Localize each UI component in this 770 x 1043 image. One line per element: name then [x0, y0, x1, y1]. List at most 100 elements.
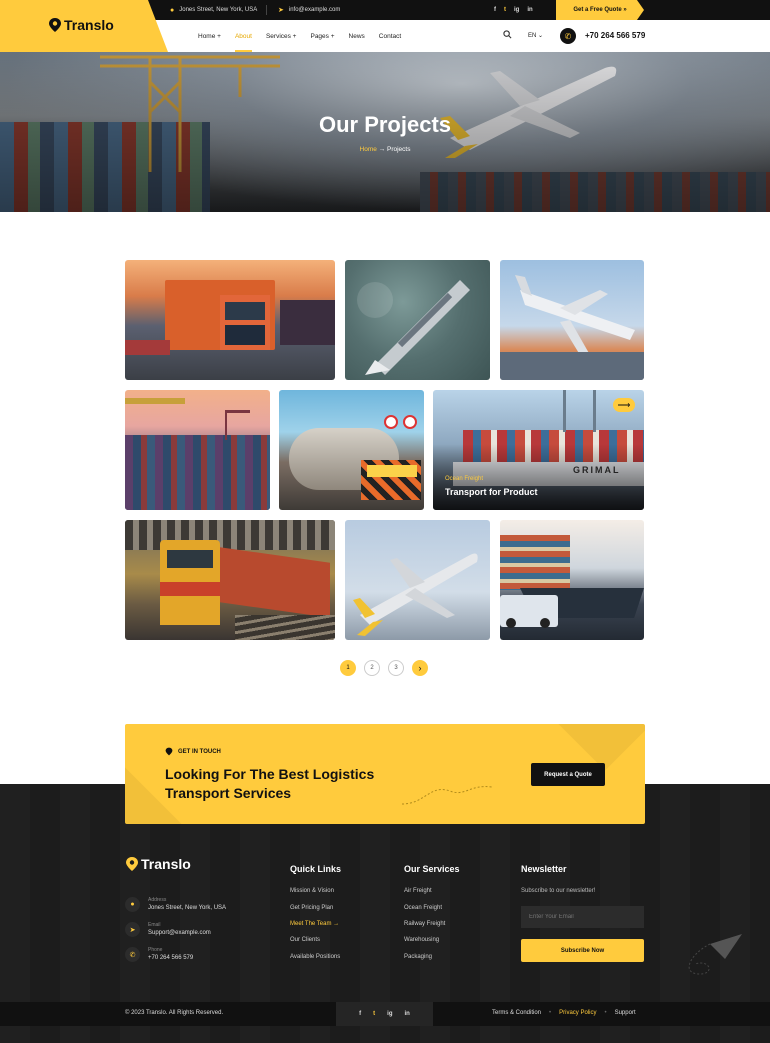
breadcrumb: Home → Projects	[0, 146, 770, 153]
facebook-icon[interactable]: f	[359, 1011, 361, 1017]
breadcrumb-current: Projects	[386, 146, 411, 153]
page: ● Jones Street, New York, USA ➤ info@exa…	[0, 0, 770, 1043]
footer-logo-text: Translo	[141, 856, 191, 872]
nav-services[interactable]: Services +	[266, 33, 297, 40]
footer-contact-address: ● Address Jones Street, New York, USA	[125, 897, 226, 912]
topbar-divider	[266, 5, 267, 15]
footer-contact-email: ➤ Email Support@example.com	[125, 922, 211, 937]
project-ship-and-truck[interactable]	[500, 520, 644, 640]
topbar-address-text: Jones Street, New York, USA	[179, 7, 258, 13]
page-title: Our Projects	[318, 112, 452, 137]
service-link[interactable]: Warehousing	[404, 937, 439, 943]
free-quote-button[interactable]: Get a Free Quote »	[556, 0, 644, 20]
topbar-email[interactable]: ➤ info@example.com	[278, 0, 340, 20]
dashed-route-icon	[401, 786, 493, 805]
logo-text: Translo	[64, 17, 114, 33]
newsletter-title: Newsletter	[521, 864, 567, 874]
contact-label: Address	[148, 897, 167, 903]
twitter-icon[interactable]: t	[504, 7, 506, 13]
project-ship-aerial[interactable]	[345, 260, 490, 380]
pagination-page-3[interactable]: 3	[388, 660, 404, 676]
featured-title[interactable]: Transport for Product	[445, 487, 538, 497]
logo[interactable]: Translo	[48, 17, 114, 33]
service-link[interactable]: Ocean Freight	[404, 905, 442, 911]
service-link[interactable]: Railway Freight	[404, 921, 445, 927]
linkedin-icon[interactable]: in	[527, 7, 532, 13]
breadcrumb-home[interactable]: Home	[360, 146, 377, 153]
contact-value[interactable]: Support@example.com	[148, 930, 211, 936]
featured-category: Ocean Freight	[445, 476, 484, 482]
footer-logo[interactable]: Translo	[125, 856, 191, 872]
quick-link[interactable]: Available Positions	[290, 954, 340, 960]
arrow-right-icon[interactable]: ⟶	[613, 398, 635, 412]
paper-plane-icon	[688, 934, 742, 975]
contact-value[interactable]: +70 264 566 579	[148, 955, 193, 961]
newsletter-email-input[interactable]	[521, 906, 644, 928]
copyright: © 2023 Translo. All Rights Reserved.	[125, 1010, 224, 1016]
pagination-page-1[interactable]: 1	[340, 660, 356, 676]
quick-link[interactable]: Mission & Vision	[290, 888, 334, 894]
nav-home[interactable]: Home +	[198, 33, 221, 40]
request-quote-button[interactable]: Request a Quote	[531, 763, 605, 786]
location-icon: ●	[170, 6, 175, 14]
subscribe-button[interactable]: Subscribe Now	[521, 939, 644, 962]
topbar-address: ● Jones Street, New York, USA	[170, 0, 257, 20]
logo-pin-icon	[49, 18, 61, 32]
header-phone[interactable]: +70 264 566 579	[585, 31, 645, 40]
project-airplane-runway[interactable]	[500, 260, 644, 380]
instagram-icon[interactable]: ig	[514, 7, 519, 13]
phone-icon: ✆	[125, 947, 140, 962]
project-tanker-truck[interactable]	[279, 390, 424, 510]
breadcrumb-arrow-icon: →	[378, 146, 386, 153]
nav-contact[interactable]: Contact	[379, 33, 401, 40]
logo-pin-icon	[126, 857, 138, 871]
project-featured-cargo[interactable]: GRIMAL ⟶ Ocean Freight Transport for Pro…	[433, 390, 644, 510]
bottom-links: Terms & Condition • Privacy Policy • Sup…	[492, 1010, 636, 1016]
cta-kicker: GET IN TOUCH	[165, 747, 221, 756]
instagram-icon[interactable]: ig	[387, 1011, 392, 1017]
footer-contact-phone: ✆ Phone +70 264 566 579	[125, 947, 193, 962]
language-selector[interactable]: EN ⌄	[528, 32, 543, 39]
facebook-icon[interactable]: f	[494, 7, 496, 13]
service-link[interactable]: Packaging	[404, 954, 432, 960]
cta-kicker-text: GET IN TOUCH	[178, 748, 221, 755]
project-locomotive[interactable]	[125, 520, 335, 640]
location-icon: ●	[125, 897, 140, 912]
pagination-next-icon[interactable]: ›	[412, 660, 428, 676]
search-icon[interactable]	[503, 30, 512, 41]
contact-label: Email	[148, 922, 161, 928]
main-nav: Home + About Services + Pages + News Con…	[198, 20, 401, 52]
terms-link[interactable]: Terms & Condition	[492, 1010, 541, 1016]
service-link[interactable]: Air Freight	[404, 888, 432, 894]
topbar-email-text[interactable]: info@example.com	[289, 7, 340, 13]
contact-label: Phone	[148, 947, 163, 953]
nav-about[interactable]: About	[234, 33, 252, 52]
quick-link[interactable]: Get Pricing Plan	[290, 905, 333, 911]
nav-pages[interactable]: Pages +	[310, 33, 334, 40]
bottom-social: f t ig in	[336, 1002, 433, 1026]
privacy-link[interactable]: Privacy Policy	[559, 1010, 596, 1016]
separator-dot: •	[549, 1010, 552, 1016]
cta-banner: GET IN TOUCH Looking For The Best Logist…	[125, 724, 645, 824]
topbar-social: f t ig in	[494, 0, 533, 20]
project-truck[interactable]	[125, 260, 335, 380]
send-icon: ➤	[125, 922, 140, 937]
contact-value: Jones Street, New York, USA	[148, 905, 227, 911]
quick-link-active[interactable]: Meet The Team →	[290, 921, 339, 927]
quick-links-title: Quick Links	[290, 864, 342, 874]
twitter-icon[interactable]: t	[373, 1011, 375, 1017]
cta-title: Looking For The Best Logistics Transport…	[165, 766, 375, 801]
nav-news[interactable]: News	[349, 33, 365, 40]
project-airplane-takeoff[interactable]	[345, 520, 490, 640]
services-title: Our Services	[404, 864, 460, 874]
linkedin-icon[interactable]: in	[405, 1011, 410, 1017]
support-link[interactable]: Support	[615, 1010, 636, 1016]
project-port-sunset[interactable]	[125, 390, 270, 510]
pagination-page-2[interactable]: 2	[364, 660, 380, 676]
newsletter-text: Subscribe to our newsletter!	[521, 888, 596, 894]
send-icon: ➤	[278, 7, 284, 14]
phone-icon: ✆	[560, 28, 576, 44]
pin-icon	[165, 747, 173, 756]
separator-dot: •	[604, 1010, 607, 1016]
quick-link[interactable]: Our Clients	[290, 937, 320, 943]
